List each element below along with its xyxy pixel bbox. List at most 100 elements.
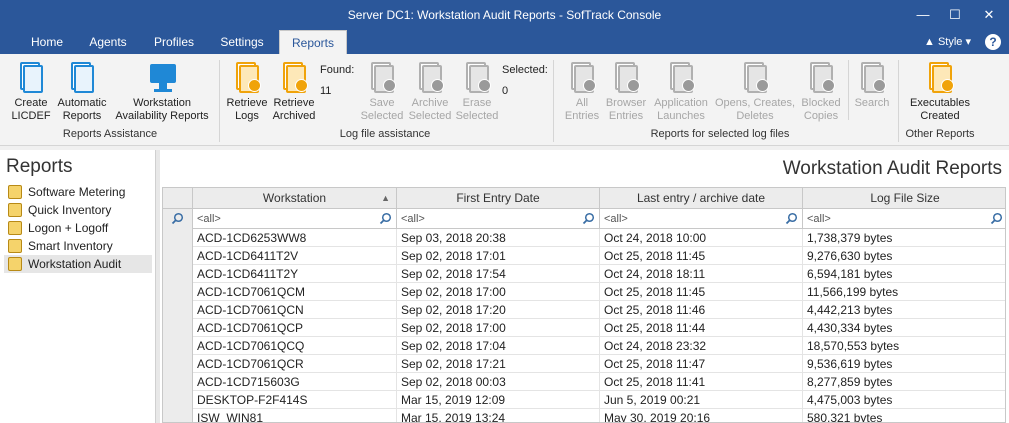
table-cell: Sep 03, 2018 20:38 (397, 229, 600, 247)
style-menu[interactable]: ▲ Style ▾ (924, 35, 971, 48)
erase-icon (463, 62, 491, 94)
column-header-workstation[interactable]: Workstation ▲ (193, 188, 397, 209)
tab-profiles[interactable]: Profiles (146, 32, 202, 54)
table-cell: 4,475,003 bytes (803, 391, 1005, 409)
retrieve-archived-button[interactable]: Retrieve Archived (270, 62, 318, 123)
row-header[interactable] (163, 355, 193, 373)
create-licdef-button[interactable]: Create LICDEF (8, 62, 54, 123)
all-entries-button[interactable]: All Entries (560, 62, 604, 123)
row-header[interactable] (163, 229, 193, 247)
table-row[interactable]: ACD-1CD6253WW8 Sep 03, 2018 20:38 Oct 24, … (163, 229, 1005, 247)
opens-creates-deletes-icon (741, 62, 769, 94)
browser-entries-button[interactable]: Browser Entries (603, 62, 649, 123)
column-header-last-entry[interactable]: Last entry / archive date (600, 188, 803, 209)
table-row[interactable]: ACD-1CD7061QCN Sep 02, 2018 17:20 Oct 25, … (163, 301, 1005, 319)
table-row[interactable]: ACD-1CD6411T2V Sep 02, 2018 17:01 Oct 25, … (163, 247, 1005, 265)
browser-entries-icon (612, 62, 640, 94)
table-cell: Oct 24, 2018 23:32 (600, 337, 803, 355)
page-title: Workstation Audit Reports (782, 158, 1002, 179)
blocked-copies-button[interactable]: Blocked Copies (798, 62, 844, 123)
archive-icon (416, 62, 444, 94)
help-icon[interactable]: ? (985, 34, 1001, 50)
search-icon[interactable] (379, 212, 392, 225)
automatic-reports-button[interactable]: Automatic Reports (54, 62, 110, 123)
opens-creates-deletes-button[interactable]: Opens, Creates, Deletes (713, 62, 797, 123)
search-icon[interactable] (785, 212, 798, 225)
workstation-availability-button[interactable]: Workstation Availability Reports (112, 62, 212, 123)
retrieve-logs-button[interactable]: Retrieve Logs (224, 62, 270, 123)
archive-selected-button[interactable]: Archive Selected (406, 62, 454, 123)
column-header-log-file-size[interactable]: Log File Size (803, 188, 1005, 209)
tab-home[interactable]: Home (22, 32, 72, 54)
minimize-icon[interactable]: — (913, 5, 933, 25)
erase-selected-button[interactable]: Erase Selected (453, 62, 501, 123)
tab-agents[interactable]: Agents (82, 32, 134, 54)
save-icon (368, 62, 396, 94)
save-selected-button[interactable]: Save Selected (358, 62, 406, 123)
search-icon[interactable] (990, 212, 1003, 225)
nav-item-smart-inventory[interactable]: Smart Inventory (4, 237, 152, 255)
search-button[interactable]: Search (852, 62, 892, 110)
table-cell: Oct 24, 2018 18:11 (600, 265, 803, 283)
table-row[interactable]: ACD-1CD7061QCQ Sep 02, 2018 17:04 Oct 24, … (163, 337, 1005, 355)
selected-value: 0 (502, 85, 509, 97)
table-row[interactable]: ISW_WIN81 Mar 15, 2019 13:24 May 30, 2019 … (163, 409, 1005, 422)
nav-item-label: Logon + Logoff (28, 221, 109, 235)
row-header[interactable] (163, 247, 193, 265)
table-row[interactable]: ACD-1CD7061QCR Sep 02, 2018 17:21 Oct 25, … (163, 355, 1005, 373)
row-header[interactable] (163, 373, 193, 391)
table-cell: Sep 02, 2018 17:01 (397, 247, 600, 265)
row-header[interactable] (163, 391, 193, 409)
report-icon (8, 239, 22, 253)
tab-reports[interactable]: Reports (279, 30, 347, 55)
table-cell: ACD-1CD6253WW8 (193, 229, 397, 247)
archive-selected-label: Archive Selected (408, 97, 452, 122)
automatic-reports-label: Automatic Reports (57, 97, 107, 122)
table-row[interactable]: ACD-1CD6411T2Y Sep 02, 2018 17:54 Oct 24, … (163, 265, 1005, 283)
window-title: Server DC1: Workstation Audit Reports - … (347, 8, 662, 22)
ribbon: Create LICDEF Automatic Reports Workstat… (0, 54, 1009, 146)
table-cell: 1,738,379 bytes (803, 229, 1005, 247)
erase-selected-label: Erase Selected (455, 97, 499, 122)
group-label-log-file-assistance: Log file assistance (339, 128, 431, 140)
row-header[interactable] (163, 409, 193, 422)
nav-item-logon-logoff[interactable]: Logon + Logoff (4, 219, 152, 237)
nav-item-software-metering[interactable]: Software Metering (4, 183, 152, 201)
table-cell: DESKTOP-F2F414S (193, 391, 397, 409)
maximize-icon[interactable]: ☐ (945, 5, 965, 25)
row-header[interactable] (163, 319, 193, 337)
table-cell: Sep 02, 2018 17:54 (397, 265, 600, 283)
row-header[interactable] (163, 283, 193, 301)
filter-log-file-size[interactable]: <all> (803, 209, 1005, 229)
nav-item-workstation-audit[interactable]: Workstation Audit (4, 255, 152, 273)
table-row[interactable]: ACD-1CD715603G Sep 02, 2018 00:03 Oct 25, … (163, 373, 1005, 391)
table-row[interactable]: DESKTOP-F2F414S Mar 15, 2019 12:09 Jun 5, … (163, 391, 1005, 409)
filter-workstation[interactable]: <all> (193, 209, 397, 229)
table-cell: Oct 25, 2018 11:45 (600, 283, 803, 301)
table-cell: 9,536,619 bytes (803, 355, 1005, 373)
filter-last-entry[interactable]: <all> (600, 209, 803, 229)
row-header[interactable] (163, 265, 193, 283)
column-header-first-entry[interactable]: First Entry Date (397, 188, 600, 209)
create-licdef-label: Create LICDEF (11, 97, 51, 122)
nav-item-quick-inventory[interactable]: Quick Inventory (4, 201, 152, 219)
table-cell: ACD-1CD6411T2Y (193, 265, 397, 283)
retrieve-archived-icon (280, 62, 308, 94)
all-entries-label: All Entries (564, 97, 600, 122)
search-icon[interactable] (582, 212, 595, 225)
tab-settings[interactable]: Settings (213, 32, 271, 54)
table-row[interactable]: ACD-1CD7061QCM Sep 02, 2018 17:00 Oct 25, … (163, 283, 1005, 301)
search-icon (171, 212, 184, 225)
row-header[interactable] (163, 301, 193, 319)
table-cell: ACD-1CD7061QCN (193, 301, 397, 319)
table-cell: 6,594,181 bytes (803, 265, 1005, 283)
table-row[interactable]: ACD-1CD7061QCP Sep 02, 2018 17:00 Oct 25, … (163, 319, 1005, 337)
filter-first-entry[interactable]: <all> (397, 209, 600, 229)
executables-created-button[interactable]: Executables Created (904, 62, 976, 123)
group-separator (553, 60, 554, 142)
nav-item-label: Software Metering (28, 185, 126, 199)
application-launches-button[interactable]: Application Launches (651, 62, 711, 123)
row-header[interactable] (163, 337, 193, 355)
close-icon[interactable]: ✕ (979, 5, 999, 25)
group-separator (219, 60, 220, 142)
